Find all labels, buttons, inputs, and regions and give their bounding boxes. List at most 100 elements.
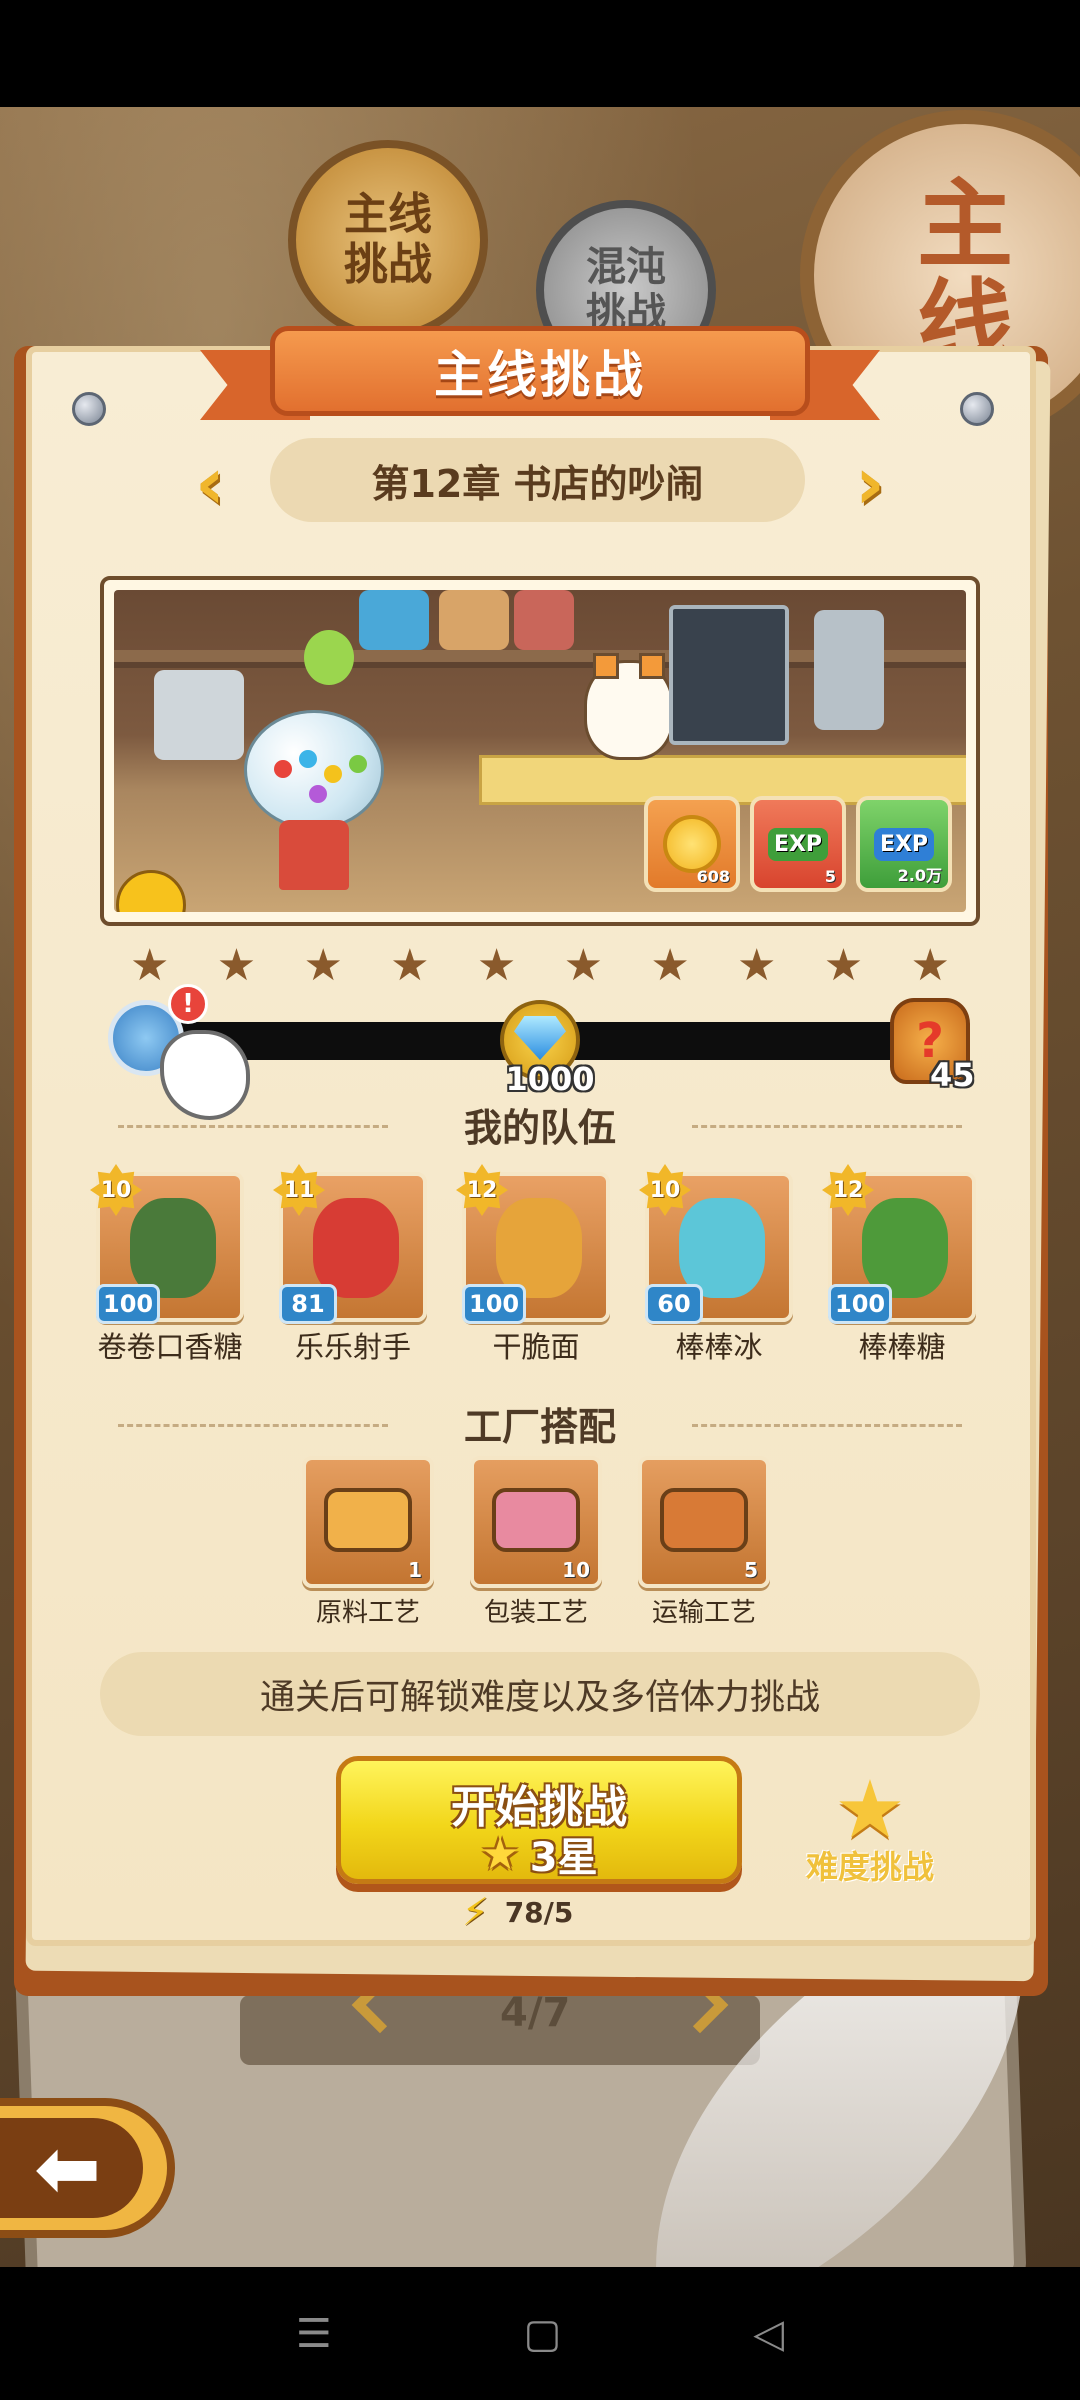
star-requirement: 3星 [529,1835,598,1881]
factory-name: 包装工艺 [483,1598,588,1628]
gumball-green [349,755,367,773]
reward-count: 2.0万 [897,866,942,885]
next-chapter-button[interactable]: › [840,447,900,519]
milestone-value: 1000 [505,1060,595,1098]
factory-item-icon [324,1488,412,1552]
progress-star-icon: ★ [303,940,343,991]
green-character [304,630,354,685]
menu-icon[interactable]: ☰ [296,2311,332,2357]
chapter-title: 第12章 书店的吵闹 [270,438,805,522]
jar-red [514,590,574,650]
gumball-stand [279,820,349,890]
factory-name: 原料工艺 [315,1598,420,1628]
character-portrait [862,1198,948,1298]
factory-card[interactable]: 5 [638,1456,770,1588]
power-badge: 81 [279,1284,337,1324]
progress-star-icon: ★ [130,940,170,991]
control-panel [814,610,884,730]
character-portrait [496,1198,582,1298]
star-icon: ★ [834,1763,906,1856]
character-portrait [679,1198,765,1298]
power-badge: 100 [828,1284,893,1324]
alert-icon: ! [168,984,208,1024]
character-portrait [313,1198,399,1298]
power-badge: 100 [96,1284,161,1324]
home-icon[interactable]: ▢ [524,2311,562,2357]
back-button[interactable]: ⬅ [0,2098,175,2238]
energy-value: 78/5 [504,1895,574,1929]
factory-card[interactable]: 1 [302,1456,434,1588]
lucky-cat [584,653,674,760]
system-nav-bar: ☰ ▢ ◁ [0,2267,1080,2400]
gumball-yellow [324,765,342,783]
factory-card[interactable]: 10 [470,1456,602,1588]
progress-star-icon: ★ [823,940,864,991]
difficulty-challenge-button[interactable]: ★ 难度挑战 [790,1770,950,1890]
progress-star-icon: ★ [216,940,257,991]
reward-count: 608 [696,867,730,886]
team-member-card[interactable]: 11 81 [273,1164,427,1324]
energy-cost: ⚡ 78/5 [462,1890,573,1934]
team-member-card[interactable]: 10 60 [639,1164,793,1324]
gumball-blue [299,750,317,768]
pin-icon-left [72,392,106,426]
background-page-indicator: 4/7 [500,1990,571,2036]
reward-exp-red-card: EXP 5 [750,796,846,892]
factory-count: 10 [562,1558,590,1582]
factory-count: 1 [408,1558,422,1582]
factory-item-icon [492,1488,580,1552]
reward-exp-blue-card: EXP 2.0万 [856,796,952,892]
main-line-big-coin-label: 主 线 [917,169,1013,381]
team-member-card[interactable]: 10 100 [90,1164,244,1324]
dispenser-machine [154,670,244,760]
mystery-reward-value: 45 [930,1056,975,1094]
cat-ear-left [593,653,619,679]
lightning-icon: ⚡ [462,1890,489,1934]
gumball-red [274,760,292,778]
team-member-card[interactable]: 12 100 [822,1164,976,1324]
banner-title: 主线挑战 [270,326,810,416]
unlock-hint: 通关后可解锁难度以及多倍体力挑战 [100,1652,980,1736]
team-member-name: 乐乐射手 [294,1330,411,1364]
scene-illustration: 608 EXP 5 EXP 2.0万 [114,590,966,912]
back-arrow-icon: ⬅ [0,2118,143,2218]
progress-star-icon: ★ [910,940,950,991]
start-challenge-stars: ★ 3星 [341,1825,737,1883]
star-icon: ★ [480,1828,520,1880]
power-badge: 100 [462,1284,527,1324]
team-member-name: 棒棒糖 [858,1330,946,1364]
team-member-card[interactable]: 12 100 [456,1164,610,1324]
character-portrait [130,1198,216,1298]
progress-star-icon: ★ [390,940,430,991]
main-line-tab-label: 主线 挑战 [344,189,432,290]
chapter-scene: 608 EXP 5 EXP 2.0万 [100,576,980,926]
jar-orange [439,590,509,650]
factory-item-icon [660,1488,748,1552]
divider-right [692,1125,962,1128]
progress-star-icon: ★ [650,940,690,991]
status-bar [0,0,1080,107]
title-banner: 主线挑战 [200,320,880,430]
main-line-tab[interactable]: 主线 挑战 [288,140,488,340]
team-member-name: 干脆面 [492,1330,580,1364]
star-row: ★ ★ ★ ★ ★ ★ ★ ★ ★ ★ [130,944,950,988]
coin-icon [663,815,721,873]
difficulty-challenge-label: 难度挑战 [805,1848,934,1886]
prev-chapter-button[interactable]: ‹ [180,447,240,519]
progress-star-icon: ★ [737,940,777,991]
factory-name: 运输工艺 [651,1598,756,1628]
start-challenge-button[interactable]: 开始挑战 ★ 3星 [336,1756,742,1884]
team-member-name: 棒棒冰 [675,1330,763,1364]
yellow-face-character [116,870,186,912]
exp-icon: EXP [767,827,829,861]
reward-count: 5 [824,867,836,886]
team-member-name: 卷卷口香糖 [97,1330,243,1364]
progress-star-icon: ★ [563,940,604,991]
pin-icon-right [960,392,994,426]
cash-machine [669,605,789,745]
progress-star-icon: ★ [476,940,517,991]
cat-ear-right [639,653,665,679]
divider-right [692,1424,962,1427]
factory-count: 5 [744,1558,758,1582]
back-nav-icon[interactable]: ◁ [753,2311,784,2357]
